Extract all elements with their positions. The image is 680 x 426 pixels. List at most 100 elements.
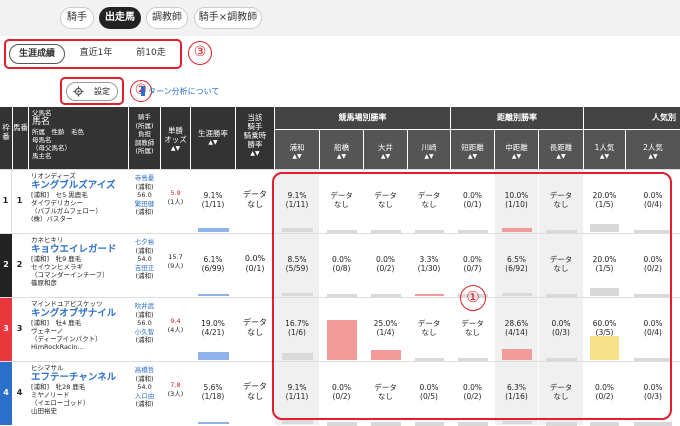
- odds-popularity: (9人): [167, 262, 184, 270]
- damsire-name: （ディープインパクト）: [31, 335, 102, 343]
- horse-info: マインドユアビスケッツ キングオブザナイル [浦和] 牡4 鹿毛 ヴェネーノ （ディープ…: [31, 300, 128, 361]
- trainer-affiliation: (浦和): [135, 272, 154, 280]
- header-distance-0-label: 短距離: [461, 143, 484, 152]
- trainer-affiliation: (浦和): [135, 400, 154, 408]
- header-venue-2-label: 大井: [378, 143, 393, 152]
- distance-rate-2-bar: [546, 422, 577, 426]
- waku-number: 3: [0, 298, 12, 361]
- sort-icon: ▲▼: [208, 139, 218, 146]
- distance-rate-0-bar: [458, 422, 488, 426]
- settings-button[interactable]: 設定: [66, 82, 118, 101]
- waku-number: 2: [0, 234, 12, 297]
- annotation-3: ③: [188, 41, 212, 65]
- odds-popularity: (1人): [167, 198, 184, 206]
- tab-career-record[interactable]: 生涯成績: [9, 44, 65, 64]
- turn-link-marker: [141, 86, 145, 96]
- damsire-name: （バブルガムフェロー）: [31, 207, 102, 215]
- weight: 54.0: [137, 255, 152, 263]
- tab-last-year[interactable]: 直近1年: [70, 44, 122, 64]
- tab-jockey[interactable]: 騎手: [60, 7, 94, 29]
- jockey-link[interactable]: 七夕裕: [129, 238, 160, 247]
- sort-icon[interactable]: ▲▼: [584, 152, 625, 161]
- career-rate-bar: [198, 294, 229, 296]
- trainer-link[interactable]: 繁田健: [129, 200, 160, 209]
- header-odds: 単勝 オッズ ▲▼: [161, 107, 190, 169]
- odds: 5.9 (1人): [161, 189, 190, 207]
- sort-icon[interactable]: ▲▼: [495, 152, 538, 161]
- sort-icon[interactable]: ▲▼: [626, 152, 680, 161]
- horse-detail: [浦和] 牝9 鹿毛: [31, 255, 82, 263]
- sort-icon[interactable]: ▲▼: [364, 152, 407, 161]
- sort-icon[interactable]: ▲▼: [320, 152, 363, 161]
- jockey-rate-line2: なし: [247, 200, 263, 209]
- header-distance-1-label: 中距離: [505, 143, 528, 152]
- odds-value: 15.7: [168, 253, 183, 261]
- horse-name-link[interactable]: キョウエイレガード: [31, 244, 128, 255]
- jockey-info: 高橋哲 (浦和) 54.0 入口由 (浦和): [129, 366, 160, 409]
- owner-name: HimRockRacin…: [31, 343, 84, 351]
- sort-icon[interactable]: ▲▼: [275, 152, 319, 161]
- tab-last-10-races[interactable]: 前10走: [126, 44, 176, 64]
- sort-icon[interactable]: ▲▼: [451, 152, 494, 161]
- horse-name-link[interactable]: キングオブザナイル: [31, 308, 128, 319]
- jockey-affiliation: (浦和): [135, 374, 154, 383]
- career-rate-count: (6/99): [201, 264, 225, 273]
- career-rate: 5.6% (1/18): [191, 383, 235, 401]
- jockey-rate-line1: データ: [243, 318, 267, 327]
- popularity-rate-1-bar: [634, 422, 672, 426]
- jockey-info: 七夕裕 (浦和) 54.0 吉田正 (浦和): [129, 238, 160, 281]
- header-venue-2: 大井 ▲▼: [364, 130, 407, 169]
- horse-name-link[interactable]: エフテーチャンネル: [31, 372, 128, 383]
- trainer-link[interactable]: 小久智: [129, 328, 160, 337]
- jockey-link[interactable]: 高橋哲: [129, 366, 160, 375]
- header-distance-group: 距離別勝率: [451, 107, 583, 129]
- jockey-info: 寺島憂 (浦和) 56.0 繁田健 (浦和): [129, 174, 160, 217]
- career-rate-rate: 9.1%: [203, 191, 223, 200]
- career-rate: 19.0% (4/21): [191, 319, 235, 337]
- career-rate-rate: 5.6%: [203, 383, 223, 392]
- jockey-rate-line1: データ: [243, 190, 267, 199]
- header-venue-0-label: 浦和: [289, 143, 305, 152]
- horse-name-link[interactable]: キングブルズアイズ: [31, 180, 128, 191]
- odds-value: 7.8: [170, 381, 181, 389]
- sire-name: マインドユアビスケッツ: [31, 300, 103, 308]
- career-rate-bar: [198, 228, 229, 232]
- header-distance-1: 中距離 ▲▼: [495, 130, 538, 169]
- horse-number: 1: [16, 196, 23, 205]
- horse-info: リオンディーズ キングブルズアイズ [浦和] セ5 黒鹿毛 ダイワデリカシー （バブルガ…: [31, 172, 128, 233]
- odds-value: 5.9: [170, 189, 181, 197]
- jockey-rate: データ なし: [236, 382, 274, 402]
- sort-icon[interactable]: ▲▼: [539, 152, 583, 161]
- odds-popularity: (3人): [167, 390, 184, 398]
- career-rate-count: (4/21): [201, 328, 225, 337]
- owner-name: (株）バスター: [31, 215, 73, 223]
- header-pop-0: 1人気 ▲▼: [584, 130, 625, 169]
- trainer-link[interactable]: 吉田正: [129, 264, 160, 273]
- header-distance-2: 長距離 ▲▼: [539, 130, 583, 169]
- header-jockey-rate: 当該 騎手 騎乗時 勝率 ▲▼: [236, 107, 274, 169]
- horse-number: 4: [16, 388, 23, 397]
- jockey-info: 吹井武 (浦和) 56.0 小久智 (浦和): [129, 302, 160, 345]
- turn-analysis-link[interactable]: ターン分析について: [148, 86, 219, 97]
- header-venue-3: 川崎 ▲▼: [408, 130, 450, 169]
- header-career-rate: 生涯勝率 ▲▼: [191, 107, 235, 169]
- horse-detail: [浦和] 牝28 鹿毛: [31, 383, 86, 391]
- horse-number: 3: [16, 324, 23, 333]
- venue-rate-0-bar: [282, 420, 313, 424]
- sort-icon[interactable]: ▲▼: [408, 152, 450, 161]
- tab-trainer[interactable]: 調教師: [146, 7, 188, 29]
- career-rate-bar: [198, 422, 229, 424]
- tab-jockey-trainer[interactable]: 騎手×調教師: [194, 7, 262, 29]
- top-tab-bar: 騎手 出走馬 調教師 騎手×調教師: [0, 0, 680, 36]
- career-rate-count: (1/18): [201, 392, 225, 401]
- jockey-affiliation: (浦和): [135, 182, 154, 191]
- jockey-link[interactable]: 吹井武: [129, 302, 160, 311]
- jockey-rate: データ なし: [236, 318, 274, 338]
- jockey-rate-line1: データ: [243, 382, 267, 391]
- horse-detail: [浦和] セ5 黒鹿毛: [31, 191, 88, 199]
- tab-horse[interactable]: 出走馬: [99, 7, 141, 29]
- sire-name: リオンディーズ: [31, 172, 76, 180]
- trainer-link[interactable]: 入口由: [129, 392, 160, 401]
- jockey-link[interactable]: 寺島憂: [129, 174, 160, 183]
- header-pop-1: 2人気 ▲▼: [626, 130, 680, 169]
